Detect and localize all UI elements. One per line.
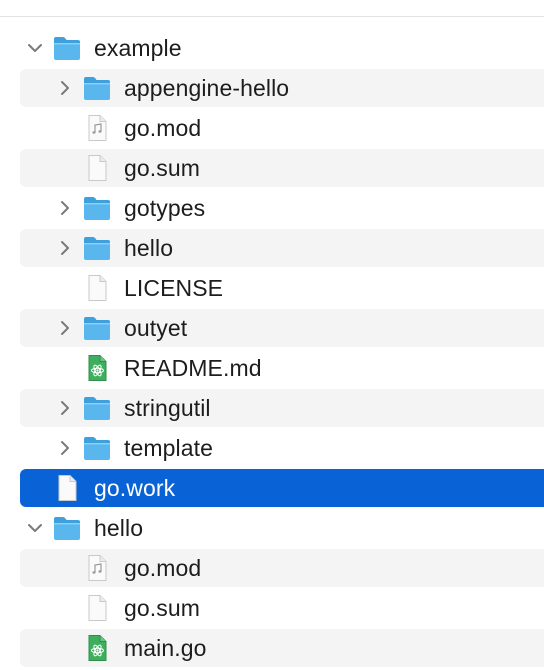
- chevron-down-icon[interactable]: [26, 39, 44, 57]
- tree-row-go-work[interactable]: go.work: [20, 469, 544, 507]
- tree-row-outyet[interactable]: outyet: [20, 309, 544, 347]
- chevron-right-icon[interactable]: [56, 239, 74, 257]
- folder-icon: [82, 74, 112, 102]
- atom-document-icon: [82, 354, 112, 382]
- tree-item-label: appengine-hello: [124, 75, 290, 101]
- chevron-right-icon[interactable]: [56, 439, 74, 457]
- tree-item-label: go.work: [94, 475, 176, 501]
- audio-file-icon: [82, 114, 112, 142]
- chevron-down-icon[interactable]: [26, 519, 44, 537]
- tree-row-main-go[interactable]: main.go: [20, 629, 544, 667]
- top-divider: [0, 16, 544, 17]
- folder-icon: [82, 194, 112, 222]
- folder-icon: [82, 394, 112, 422]
- folder-icon: [82, 234, 112, 262]
- tree-row-go-mod[interactable]: go.mod: [20, 549, 544, 587]
- tree-row-license[interactable]: LICENSE: [20, 269, 544, 307]
- document-icon: [52, 474, 82, 502]
- tree-row-example[interactable]: example: [20, 29, 544, 67]
- folder-icon: [82, 314, 112, 342]
- file-tree: example appengine-hello go.mod go.sum gotype…: [0, 29, 544, 667]
- chevron-right-icon[interactable]: [56, 399, 74, 417]
- tree-row-go-mod[interactable]: go.mod: [20, 109, 544, 147]
- tree-item-label: hello: [124, 235, 174, 261]
- tree-item-label: template: [124, 435, 214, 461]
- tree-item-label: go.sum: [124, 155, 201, 181]
- tree-row-go-sum[interactable]: go.sum: [20, 149, 544, 187]
- tree-item-label: go.sum: [124, 595, 201, 621]
- tree-row-template[interactable]: template: [20, 429, 544, 467]
- tree-row-hello[interactable]: hello: [20, 229, 544, 267]
- tree-item-label: go.mod: [124, 555, 202, 581]
- tree-item-label: outyet: [124, 315, 188, 341]
- tree-row-appengine-hello[interactable]: appengine-hello: [20, 69, 544, 107]
- tree-item-label: example: [94, 35, 182, 61]
- atom-document-icon: [82, 634, 112, 662]
- document-icon: [82, 154, 112, 182]
- tree-item-label: README.md: [124, 355, 262, 381]
- tree-item-label: go.mod: [124, 115, 202, 141]
- folder-icon: [52, 514, 82, 542]
- tree-row-readme-md[interactable]: README.md: [20, 349, 544, 387]
- tree-row-hello[interactable]: hello: [20, 509, 544, 547]
- tree-item-label: stringutil: [124, 395, 211, 421]
- tree-item-label: LICENSE: [124, 275, 224, 301]
- tree-row-stringutil[interactable]: stringutil: [20, 389, 544, 427]
- tree-row-go-sum[interactable]: go.sum: [20, 589, 544, 627]
- tree-item-label: hello: [94, 515, 144, 541]
- chevron-right-icon[interactable]: [56, 79, 74, 97]
- folder-icon: [82, 434, 112, 462]
- tree-item-label: main.go: [124, 635, 207, 661]
- tree-item-label: gotypes: [124, 195, 206, 221]
- chevron-right-icon[interactable]: [56, 319, 74, 337]
- audio-file-icon: [82, 554, 112, 582]
- document-icon: [82, 274, 112, 302]
- chevron-right-icon[interactable]: [56, 199, 74, 217]
- folder-icon: [52, 34, 82, 62]
- tree-row-gotypes[interactable]: gotypes: [20, 189, 544, 227]
- document-icon: [82, 594, 112, 622]
